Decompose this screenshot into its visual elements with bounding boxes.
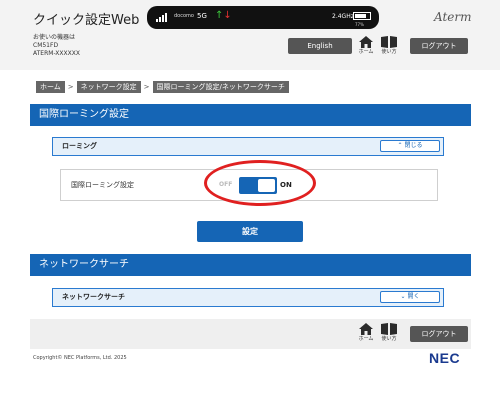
highlight-annotation [204,160,316,206]
device-status-bar: docomo 5G ↑↓ 2.4GHz 77% [147,6,379,29]
breadcrumb-current: 国際ローミング設定/ネットワークサーチ [152,81,289,93]
page: クイック設定Web お使いの機器は CM51FD ATERM-XXXXXX do… [0,0,500,408]
submit-button[interactable]: 設定 [197,221,303,242]
footer-help-label: 使い方 [381,336,397,342]
footer-bar: ホーム 使い方 ログアウト [30,319,471,349]
footer-home-button[interactable]: ホーム [356,323,376,342]
help-label: 使い方 [381,49,397,55]
network-search-expand-button[interactable]: ⌄ 開く [380,291,440,303]
chevron-up-icon: ⌃ [397,142,403,149]
book-icon [381,36,397,48]
device-id: ATERM-XXXXXX [33,50,80,57]
header: クイック設定Web お使いの機器は CM51FD ATERM-XXXXXX do… [0,0,500,70]
chevron-down-icon: ⌄ [400,293,406,300]
roaming-setting-label: 国際ローミング設定 [71,181,134,189]
brand-logo: Aterm [434,10,472,24]
home-icon [359,323,373,335]
breadcrumb-network-settings[interactable]: ネットワーク設定 [76,81,141,93]
network-search-panel-header: ネットワークサーチ ⌄ 開く [52,288,444,307]
roaming-panel-header: ローミング ⌃ 閉じる [52,137,444,156]
network-search-panel-title: ネットワークサーチ [62,293,125,301]
roaming-collapse-button[interactable]: ⌃ 閉じる [380,140,440,152]
home-label: ホーム [358,49,374,55]
device-label-line1: お使いの機器は [33,34,76,41]
help-button[interactable]: 使い方 [379,36,399,55]
network-type: 5G [197,12,207,20]
footer-logout-button[interactable]: ログアウト [410,326,468,342]
network-search-section-header: ネットワークサーチ [30,254,471,276]
footer-help-button[interactable]: 使い方 [379,323,399,342]
battery-percent: 77% [355,22,364,27]
breadcrumb-separator: > [67,83,74,91]
breadcrumb: ホーム > ネットワーク設定 > 国際ローミング設定/ネットワークサーチ [36,81,289,93]
data-transfer-icon: ↑↓ [215,10,232,21]
breadcrumb-separator: > [143,83,150,91]
logout-button[interactable]: ログアウト [410,38,468,54]
wifi-band: 2.4GHz [332,13,354,20]
roaming-section-header: 国際ローミング設定 [30,104,471,126]
nec-logo: NEC [429,350,461,366]
home-icon [359,36,373,48]
copyright: Copyright© NEC Platforms, Ltd. 2025 [33,355,127,361]
book-icon [381,323,397,335]
home-button[interactable]: ホーム [356,36,376,55]
battery-icon [353,12,371,20]
app-title: クイック設定Web [33,13,140,28]
breadcrumb-home[interactable]: ホーム [36,81,65,93]
language-button[interactable]: English [288,38,352,54]
device-model: CM51FD [33,42,59,49]
device-label: お使いの機器は CM51FD ATERM-XXXXXX [33,34,80,58]
roaming-panel-title: ローミング [62,142,97,150]
collapse-label: 閉じる [404,142,423,149]
footer-home-label: ホーム [358,336,374,342]
carrier-name: docomo [174,13,194,19]
expand-label: 開く [407,293,420,300]
